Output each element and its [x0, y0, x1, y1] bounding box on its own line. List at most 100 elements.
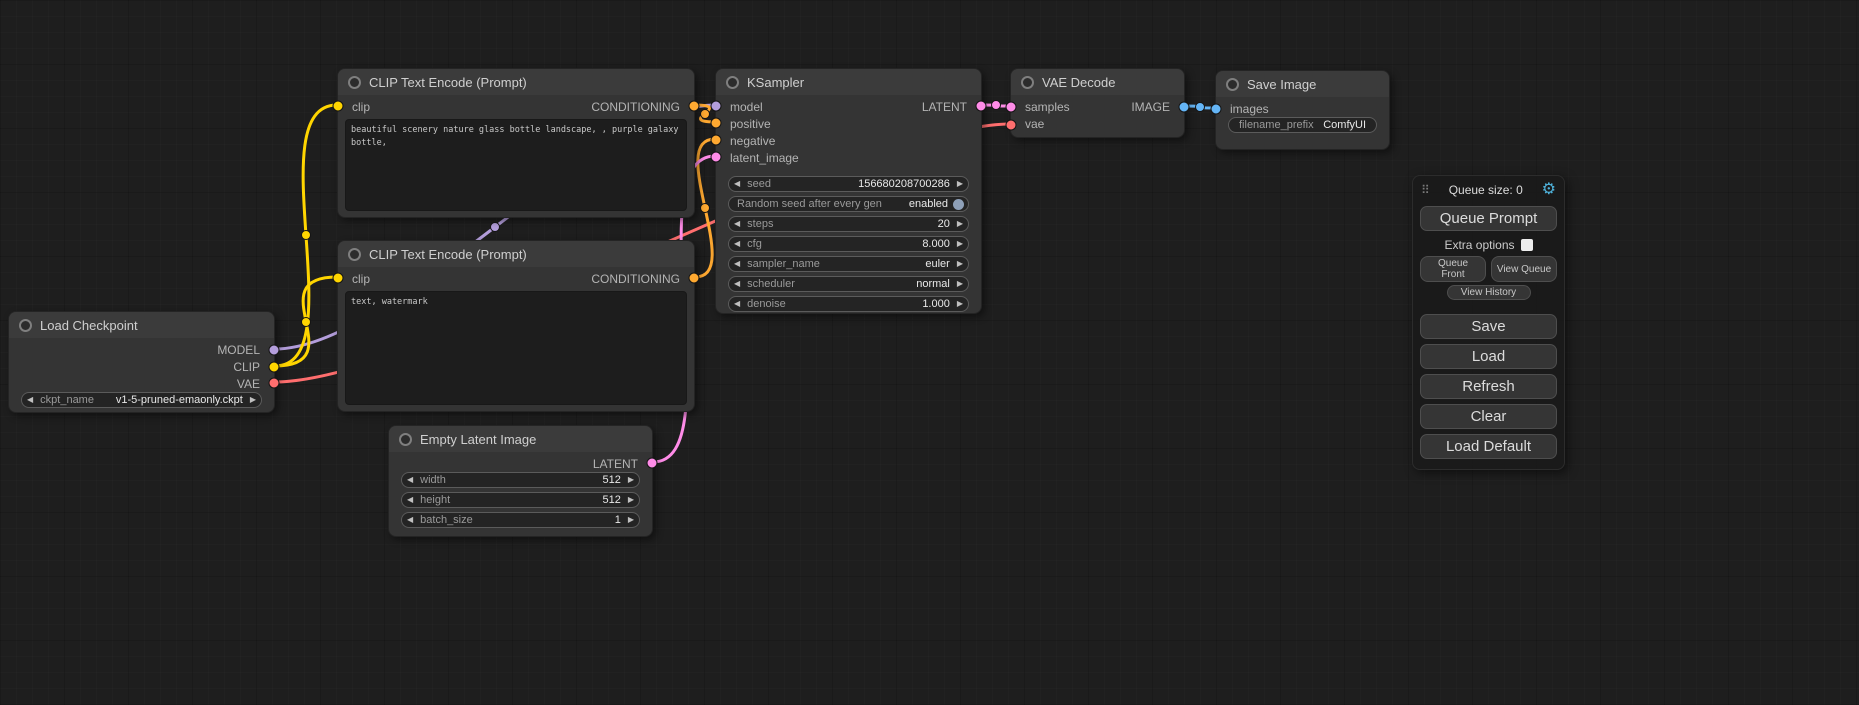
decrement-arrow-icon[interactable]: ◀	[734, 260, 740, 268]
extra-options-checkbox[interactable]	[1521, 239, 1533, 251]
widget-filename-prefix[interactable]: filename_prefix ComfyUI	[1228, 117, 1377, 133]
decrement-arrow-icon[interactable]: ◀	[27, 396, 33, 404]
output-port-latent[interactable]	[976, 101, 987, 112]
increment-arrow-icon[interactable]: ▶	[628, 516, 634, 524]
node-clip-text-encode-negative[interactable]: CLIP Text Encode (Prompt) clip CONDITION…	[337, 240, 695, 412]
increment-arrow-icon[interactable]: ▶	[250, 396, 256, 404]
widget-value: 512	[602, 494, 620, 506]
increment-arrow-icon[interactable]: ▶	[957, 240, 963, 248]
node-title-bar[interactable]: VAE Decode	[1011, 69, 1184, 95]
increment-arrow-icon[interactable]: ▶	[957, 180, 963, 188]
node-title-bar[interactable]: Load Checkpoint	[9, 312, 274, 338]
widget-value: 512	[602, 474, 620, 486]
node-empty-latent-image[interactable]: Empty Latent Image LATENT ◀ width 512 ▶ …	[388, 425, 653, 537]
collapse-toggle[interactable]	[348, 76, 361, 89]
increment-arrow-icon[interactable]: ▶	[957, 280, 963, 288]
increment-arrow-icon[interactable]: ▶	[957, 220, 963, 228]
collapse-toggle[interactable]	[1021, 76, 1034, 89]
decrement-arrow-icon[interactable]: ◀	[734, 180, 740, 188]
output-port-latent[interactable]	[647, 458, 658, 469]
input-port-negative[interactable]	[711, 135, 722, 146]
increment-arrow-icon[interactable]: ▶	[628, 496, 634, 504]
input-port-images[interactable]	[1211, 104, 1222, 115]
load-default-button[interactable]: Load Default	[1420, 434, 1557, 459]
increment-arrow-icon[interactable]: ▶	[628, 476, 634, 484]
decrement-arrow-icon[interactable]: ◀	[407, 496, 413, 504]
link-midpoint-latent-to-vae	[992, 101, 1001, 110]
input-port-clip[interactable]	[333, 273, 344, 284]
widget-ckpt-name[interactable]: ◀ ckpt_name v1-5-pruned-emaonly.ckpt ▶	[21, 392, 262, 408]
collapse-toggle[interactable]	[726, 76, 739, 89]
output-label-clip: CLIP	[233, 360, 260, 374]
refresh-button[interactable]: Refresh	[1420, 374, 1557, 399]
save-button[interactable]: Save	[1420, 314, 1557, 339]
load-button[interactable]: Load	[1420, 344, 1557, 369]
input-port-model[interactable]	[711, 101, 722, 112]
prompt-textarea[interactable]: beautiful scenery nature glass bottle la…	[345, 119, 687, 211]
output-port-model[interactable]	[269, 345, 280, 356]
widget-steps[interactable]: ◀ steps 20 ▶	[728, 216, 969, 232]
prompt-textarea[interactable]: text, watermark	[345, 291, 687, 405]
view-queue-button[interactable]: View Queue	[1491, 256, 1557, 282]
widget-width[interactable]: ◀ width 512 ▶	[401, 472, 640, 488]
queue-front-button[interactable]: Queue Front	[1420, 256, 1486, 282]
widget-random-seed-toggle[interactable]: Random seed after every gen enabled	[728, 196, 969, 212]
gear-icon[interactable]: ⚙	[1542, 182, 1556, 198]
view-history-button[interactable]: View History	[1447, 285, 1531, 300]
widget-seed[interactable]: ◀ seed 156680208700286 ▶	[728, 176, 969, 192]
input-port-latent-image[interactable]	[711, 152, 722, 163]
output-port-conditioning[interactable]	[689, 273, 700, 284]
queue-prompt-button[interactable]: Queue Prompt	[1420, 206, 1557, 231]
input-label-positive: positive	[730, 117, 771, 131]
decrement-arrow-icon[interactable]: ◀	[407, 516, 413, 524]
node-ksampler[interactable]: KSampler model LATENT positive negative …	[715, 68, 982, 314]
output-port-image[interactable]	[1179, 102, 1190, 113]
widget-value: enabled	[909, 198, 948, 210]
node-clip-text-encode-positive[interactable]: CLIP Text Encode (Prompt) clip CONDITION…	[337, 68, 695, 218]
input-port-samples[interactable]	[1006, 102, 1017, 113]
increment-arrow-icon[interactable]: ▶	[957, 260, 963, 268]
node-title-bar[interactable]: KSampler	[716, 69, 981, 95]
output-port-conditioning[interactable]	[689, 101, 700, 112]
output-label-latent: LATENT	[593, 457, 638, 471]
drag-handle-icon[interactable]: ⠿	[1421, 183, 1430, 197]
widget-scheduler[interactable]: ◀ scheduler normal ▶	[728, 276, 969, 292]
node-title-bar[interactable]: CLIP Text Encode (Prompt)	[338, 241, 694, 267]
input-port-clip[interactable]	[333, 101, 344, 112]
link-midpoint-conditioning-positive	[701, 110, 710, 119]
input-label-images: images	[1230, 102, 1269, 116]
graph-canvas[interactable]: Load Checkpoint MODEL CLIP VAE ◀ ckpt_na…	[0, 0, 1859, 705]
output-port-clip[interactable]	[269, 362, 280, 373]
input-label-clip: clip	[352, 272, 370, 286]
collapse-toggle[interactable]	[348, 248, 361, 261]
collapse-toggle[interactable]	[1226, 78, 1239, 91]
decrement-arrow-icon[interactable]: ◀	[734, 240, 740, 248]
decrement-arrow-icon[interactable]: ◀	[734, 280, 740, 288]
widget-sampler-name[interactable]: ◀ sampler_name euler ▶	[728, 256, 969, 272]
collapse-toggle[interactable]	[19, 319, 32, 332]
extra-options-label: Extra options	[1444, 238, 1514, 252]
collapse-toggle[interactable]	[399, 433, 412, 446]
node-vae-decode[interactable]: VAE Decode samples IMAGE vae	[1010, 68, 1185, 138]
node-save-image[interactable]: Save Image images filename_prefix ComfyU…	[1215, 70, 1390, 150]
output-port-vae[interactable]	[269, 378, 280, 389]
widget-label: denoise	[747, 298, 786, 310]
decrement-arrow-icon[interactable]: ◀	[734, 220, 740, 228]
widget-denoise[interactable]: ◀ denoise 1.000 ▶	[728, 296, 969, 312]
node-title-bar[interactable]: Empty Latent Image	[389, 426, 652, 452]
widget-batch-size[interactable]: ◀ batch_size 1 ▶	[401, 512, 640, 528]
widget-height[interactable]: ◀ height 512 ▶	[401, 492, 640, 508]
node-title: VAE Decode	[1042, 75, 1115, 90]
increment-arrow-icon[interactable]: ▶	[957, 300, 963, 308]
node-load-checkpoint[interactable]: Load Checkpoint MODEL CLIP VAE ◀ ckpt_na…	[8, 311, 275, 413]
node-title-bar[interactable]: Save Image	[1216, 71, 1389, 97]
decrement-arrow-icon[interactable]: ◀	[407, 476, 413, 484]
widget-label: scheduler	[747, 278, 795, 290]
widget-cfg[interactable]: ◀ cfg 8.000 ▶	[728, 236, 969, 252]
clear-button[interactable]: Clear	[1420, 404, 1557, 429]
input-port-vae[interactable]	[1006, 120, 1017, 131]
node-title-bar[interactable]: CLIP Text Encode (Prompt)	[338, 69, 694, 95]
input-port-positive[interactable]	[711, 118, 722, 129]
decrement-arrow-icon[interactable]: ◀	[734, 300, 740, 308]
toggle-knob[interactable]	[953, 199, 964, 210]
